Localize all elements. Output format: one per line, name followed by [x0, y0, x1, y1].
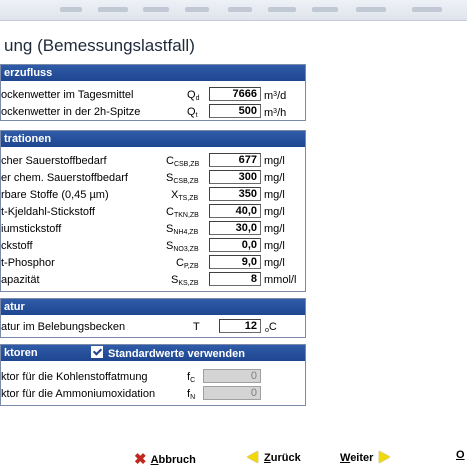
row-ctkn: t-Kjeldahl-Stickstoff CTKN,ZB 40,0 mg/l [1, 204, 305, 220]
top-toolbar [0, 0, 467, 21]
row-unit: m3/h [264, 107, 287, 119]
row-label: rbare Stoffe (0,45 µm) [1, 189, 109, 201]
row-unit: mg/l [264, 240, 285, 252]
row-label: ockenwetter im Tagesmittel [1, 89, 134, 101]
standardwerte-checkbox[interactable] [91, 346, 103, 358]
row-label: t-Kjeldahl-Stickstoff [1, 206, 95, 218]
abbruch-button[interactable]: ✖ Abbruch [134, 449, 196, 468]
standardwerte-checkbox-group[interactable]: Standardwerte verwenden [83, 345, 245, 361]
row-fn: ktor für die Ammoniumoxidation fN 0 [1, 386, 305, 402]
cp-input[interactable]: 9,0 [209, 255, 261, 269]
row-sno3: ckstoff SNO3,ZB 0,0 mg/l [1, 238, 305, 254]
fc-input: 0 [203, 369, 261, 383]
arrow-right-icon [379, 451, 391, 463]
row-unit: m3/d [264, 90, 287, 102]
row-scsb: er chem. Sauerstoffbedarf SCSB,ZB 300 mg… [1, 170, 305, 186]
ok-button[interactable]: O [456, 449, 465, 461]
sno3-input[interactable]: 0,0 [209, 238, 261, 252]
standardwerte-label[interactable]: Standardwerte verwenden [108, 348, 245, 360]
row-label: cher Sauerstoffbedarf [1, 155, 107, 167]
row-ccsb: cher Sauerstoffbedarf CCSB,ZB 677 mg/l [1, 153, 305, 169]
close-icon: ✖ [134, 451, 147, 468]
scsb-input[interactable]: 300 [209, 170, 261, 184]
row-label: ckstoff [1, 240, 33, 252]
row-sks: apazität SKS,ZB 8 mmol/l [1, 272, 305, 288]
row-label: atur im Belebungsbecken [1, 321, 126, 333]
row-xts: rbare Stoffe (0,45 µm) XTS,ZB 350 mg/l [1, 187, 305, 203]
section-header-konzentrationen: trationen [1, 131, 305, 147]
sks-input[interactable]: 8 [209, 272, 261, 286]
row-unit: mmol/l [264, 274, 297, 286]
row-qd: ockenwetter im Tagesmittel Qd 7666 m3/d [1, 87, 305, 103]
row-fc: ktor für die Kohlenstoffatmung fC 0 [1, 369, 305, 385]
row-symbol: fN [187, 388, 196, 401]
zurueck-button[interactable]: Zurück [247, 449, 301, 464]
row-label: t-Phosphor [1, 257, 55, 269]
weiter-button[interactable]: Weiter [340, 449, 391, 464]
row-snh4: iumstickstoff SNH4,ZB 30,0 mg/l [1, 221, 305, 237]
fn-input: 0 [203, 386, 261, 400]
section-zufluss: erzufluss ockenwetter im Tagesmittel Qd … [0, 64, 306, 121]
row-unit: mg/l [264, 172, 285, 184]
xts-input[interactable]: 350 [209, 187, 261, 201]
arrow-left-icon [247, 451, 258, 463]
row-unit: mg/l [264, 155, 285, 167]
section-header-zufluss: erzufluss [1, 65, 305, 81]
row-label: er chem. Sauerstoffbedarf [1, 172, 128, 184]
section-header-label: ktoren [4, 347, 38, 359]
row-qt: ockenwetter in der 2h-Spitze Qt 500 m3/h [1, 104, 305, 120]
row-label: iumstickstoff [1, 223, 62, 235]
page-title: ung (Bemessungslastfall) [4, 36, 195, 55]
section-header-faktoren: ktoren Standardwerte verwenden [1, 345, 305, 361]
section-temperatur: atur atur im Belebungsbecken T 12 oC [0, 298, 306, 338]
row-symbol: SKS,ZB [171, 274, 199, 287]
ctkn-input[interactable]: 40,0 [209, 204, 261, 218]
row-t: atur im Belebungsbecken T 12 oC [1, 319, 305, 335]
row-unit: mg/l [264, 223, 285, 235]
row-unit: mg/l [264, 257, 285, 269]
row-unit: mg/l [264, 206, 285, 218]
qd-input[interactable]: 7666 [209, 87, 261, 101]
snh4-input[interactable]: 30,0 [209, 221, 261, 235]
row-label: apazität [1, 274, 40, 286]
row-cp: t-Phosphor CP,ZB 9,0 mg/l [1, 255, 305, 271]
row-unit: mg/l [264, 189, 285, 201]
row-symbol: T [193, 321, 200, 333]
section-faktoren: ktoren Standardwerte verwenden ktor für … [0, 344, 306, 406]
row-label: ktor für die Kohlenstoffatmung [1, 371, 148, 383]
qt-input[interactable]: 500 [209, 104, 261, 118]
section-header-temperatur: atur [1, 299, 305, 315]
temperature-input[interactable]: 12 [219, 319, 261, 333]
row-label: ktor für die Ammoniumoxidation [1, 388, 156, 400]
section-konzentrationen: trationen cher Sauerstoffbedarf CCSB,ZB … [0, 130, 306, 292]
ccsb-input[interactable]: 677 [209, 153, 261, 167]
row-unit: oC [265, 321, 277, 334]
row-label: ockenwetter in der 2h-Spitze [1, 106, 141, 118]
row-symbol: Qt [187, 106, 198, 119]
